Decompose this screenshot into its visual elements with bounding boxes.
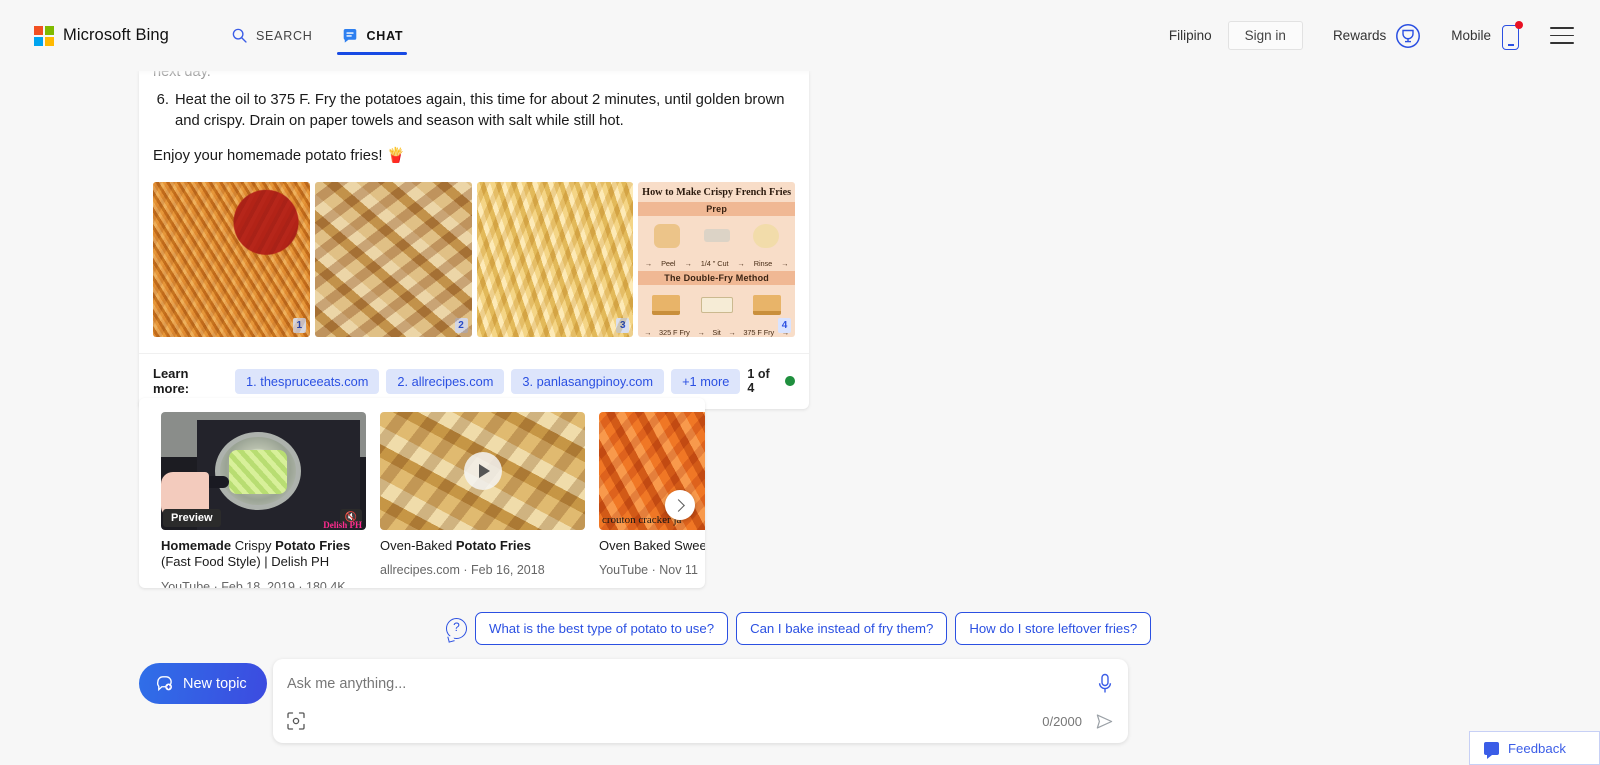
- hamburger-menu-icon[interactable]: [1550, 27, 1574, 44]
- chevron-right-icon[interactable]: [665, 490, 695, 520]
- search-icon: [231, 27, 248, 44]
- rewards-label[interactable]: Rewards: [1333, 28, 1386, 43]
- step-text: Heat the oil to 375 F. Fry the potatoes …: [175, 92, 785, 130]
- video-meta: YouTube · Feb 18, 2019 · 180.4K v…: [161, 579, 366, 589]
- answer-body: 6. Heat the oil to 375 F. Fry the potato…: [139, 80, 809, 132]
- sign-in-button[interactable]: Sign in: [1227, 21, 1303, 50]
- character-counter: 0/2000: [1042, 714, 1082, 729]
- infographic-fry-steps: → 325 F Fry → Sit → 375 F Fry →: [644, 327, 789, 337]
- feedback-button[interactable]: Feedback: [1469, 731, 1600, 765]
- suggestion-chips: What is the best type of potato to use? …: [446, 612, 1152, 645]
- infographic-fry-art: [638, 285, 795, 325]
- rewards-medal-icon[interactable]: [1395, 23, 1451, 49]
- video-item[interactable]: Oven-Baked Potato Fries allrecipes.com ·…: [380, 412, 585, 588]
- video-title: Oven Baked Swee: [599, 538, 705, 553]
- prep-step-2: 1/4 " Cut: [700, 258, 729, 268]
- answer-image-row: 1 2 3 How to Make Crispy French Fries Pr…: [139, 164, 809, 338]
- source-more-link[interactable]: +1 more: [671, 368, 741, 394]
- source-link-1[interactable]: 1. thespruceeats.com: [235, 368, 380, 394]
- mobile-phone-icon[interactable]: [1500, 20, 1523, 51]
- language-label[interactable]: Filipino: [1169, 28, 1212, 43]
- new-topic-label: New topic: [183, 675, 247, 692]
- learn-more-label: Learn more:: [153, 366, 190, 397]
- infographic-prep-steps: → Peel → 1/4 " Cut → Rinse →: [644, 258, 789, 268]
- image-index-badge: 2: [454, 318, 468, 334]
- video-thumbnail[interactable]: [380, 412, 585, 530]
- fry-step-1: 325 F Fry: [659, 327, 690, 337]
- suggestion-chip-3[interactable]: How do I store leftover fries?: [955, 612, 1152, 645]
- tab-search[interactable]: SEARCH: [217, 0, 327, 71]
- image-index-badge: 3: [616, 318, 630, 334]
- video-results-card: Preview 🔇 Delish PH Homemade Crispy Pota…: [139, 398, 705, 588]
- turn-counter: 1 of 4: [747, 367, 795, 395]
- answer-image-1[interactable]: 1: [153, 182, 310, 338]
- tab-search-label: SEARCH: [255, 28, 313, 43]
- image-index-badge: 4: [778, 318, 791, 334]
- infographic-title: How to Make Crispy French Fries: [642, 187, 792, 199]
- answer-image-3[interactable]: 3: [476, 182, 634, 338]
- preview-badge: Preview: [163, 509, 221, 527]
- suggestion-chip-2[interactable]: Can I bake instead of fry them?: [736, 612, 948, 645]
- recipe-step: 6. Heat the oil to 375 F. Fry the potato…: [153, 90, 795, 132]
- microphone-icon[interactable]: [1097, 673, 1113, 695]
- tab-chat-label: CHAT: [366, 28, 404, 43]
- new-topic-button[interactable]: New topic: [139, 663, 267, 704]
- chat-input[interactable]: [287, 659, 1082, 709]
- fry-step-3: 375 F Fry: [743, 327, 775, 337]
- question-bubble-icon: [446, 618, 467, 643]
- bing-logo[interactable]: Microsoft Bing: [34, 25, 169, 46]
- message-composer: 0/2000: [273, 659, 1128, 743]
- play-icon[interactable]: [463, 452, 502, 490]
- chat-scroll-area[interactable]: next day. 6. Heat the oil to 375 F. Fry …: [0, 60, 1600, 605]
- step-number: 6.: [156, 92, 169, 108]
- video-meta: YouTube · Nov 11: [599, 563, 698, 578]
- video-title: Homemade Crispy Potato Fries (Fast Food …: [161, 538, 351, 570]
- video-item[interactable]: Preview 🔇 Delish PH Homemade Crispy Pota…: [161, 412, 366, 588]
- closing-line: Enjoy your homemade potato fries! 🍟: [153, 148, 406, 165]
- answer-image-4[interactable]: How to Make Crispy French Fries Prep → P…: [638, 182, 795, 338]
- source-link-3[interactable]: 3. panlasangpinoy.com: [511, 368, 665, 394]
- video-title: Oven-Baked Potato Fries: [380, 538, 531, 553]
- top-header: Microsoft Bing SEARCH CHAT Filipino Sign…: [0, 0, 1600, 71]
- microsoft-logo-icon: [34, 25, 54, 46]
- video-carousel[interactable]: Preview 🔇 Delish PH Homemade Crispy Pota…: [139, 398, 705, 588]
- turn-status-dot: [785, 376, 795, 387]
- image-index-badge: 1: [292, 318, 306, 334]
- header-actions: Filipino Sign in Rewards Mobile: [1169, 20, 1574, 51]
- video-thumbnail[interactable]: Preview 🔇 Delish PH: [161, 412, 366, 530]
- new-chat-icon: [155, 674, 174, 693]
- infographic-prep-art: [638, 216, 795, 256]
- turn-counter-label: 1 of 4: [747, 367, 770, 396]
- send-icon[interactable]: [1095, 712, 1114, 731]
- prep-step-1: Peel: [661, 258, 676, 268]
- assistant-answer-card: next day. 6. Heat the oil to 375 F. Fry …: [139, 60, 809, 410]
- prep-step-3: Rinse: [753, 258, 773, 268]
- infographic-band-prep: Prep: [638, 201, 795, 216]
- suggestion-chip-1[interactable]: What is the best type of potato to use?: [475, 612, 729, 645]
- video-meta: allrecipes.com · Feb 16, 2018: [380, 563, 545, 578]
- source-link-2[interactable]: 2. allrecipes.com: [386, 368, 505, 394]
- infographic-band-fry: The Double-Fry Method: [638, 270, 795, 285]
- mobile-label[interactable]: Mobile: [1451, 28, 1491, 43]
- channel-watermark: Delish PH: [323, 520, 362, 530]
- chat-bubble-icon: [341, 27, 359, 45]
- brand-name: Microsoft Bing: [63, 26, 169, 44]
- answer-image-2[interactable]: 2: [314, 182, 472, 338]
- feedback-label: Feedback: [1508, 740, 1566, 756]
- fry-step-2: Sit: [712, 327, 721, 337]
- tab-chat[interactable]: CHAT: [327, 0, 418, 71]
- header-tabs: SEARCH CHAT: [217, 0, 417, 71]
- feedback-bubble-icon: [1484, 741, 1499, 759]
- visual-search-icon[interactable]: [287, 712, 305, 730]
